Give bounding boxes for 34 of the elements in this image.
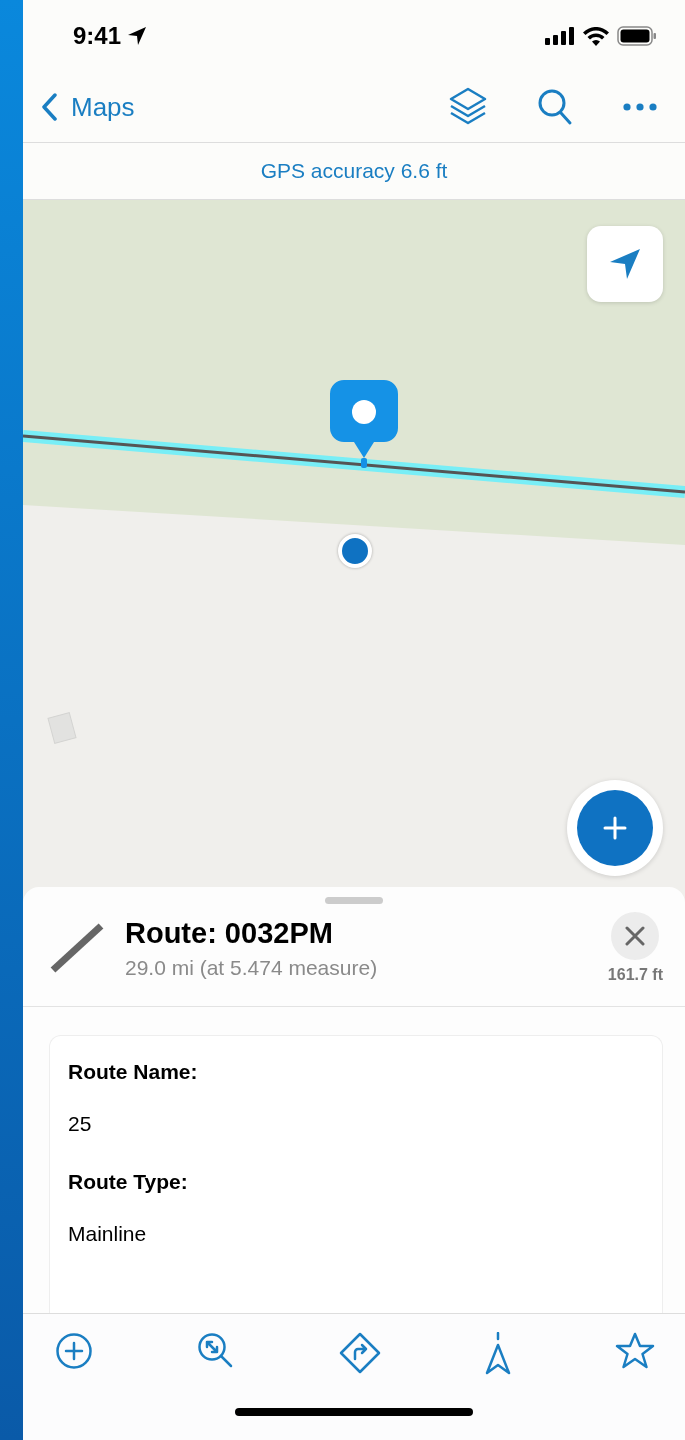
plus-circle-icon bbox=[55, 1332, 93, 1370]
add-button[interactable] bbox=[577, 790, 653, 866]
north-arrow-button[interactable] bbox=[485, 1332, 511, 1376]
back-button[interactable]: Maps bbox=[41, 91, 135, 123]
zoom-extent-icon bbox=[197, 1332, 235, 1370]
directions-button[interactable] bbox=[339, 1332, 381, 1376]
feature-subtitle: 29.0 mi (at 5.474 measure) bbox=[125, 955, 379, 980]
close-icon bbox=[625, 926, 646, 946]
north-arrow-icon bbox=[485, 1332, 511, 1376]
turn-sign-icon bbox=[339, 1332, 381, 1374]
distance-text: 161.7 ft bbox=[607, 966, 663, 984]
field-label: Route Name: bbox=[68, 1060, 199, 1084]
battery-icon bbox=[617, 26, 657, 46]
location-arrow-icon bbox=[127, 26, 148, 46]
gps-accuracy-text: GPS accuracy 6.6 ft bbox=[260, 159, 448, 183]
search-icon[interactable] bbox=[537, 88, 573, 126]
plus-icon bbox=[603, 816, 627, 840]
wifi-icon bbox=[583, 26, 609, 46]
current-location-dot bbox=[338, 534, 372, 568]
field-value: 25 bbox=[68, 1112, 93, 1136]
close-button[interactable] bbox=[611, 912, 660, 960]
star-icon bbox=[615, 1332, 655, 1370]
locate-button[interactable] bbox=[587, 226, 663, 302]
field-value: Mainline bbox=[68, 1222, 148, 1246]
field-label: Route Type: bbox=[68, 1170, 189, 1194]
more-icon[interactable] bbox=[623, 103, 657, 111]
feature-title: Route: 0032PM bbox=[125, 916, 334, 950]
map-pin-icon[interactable] bbox=[328, 378, 400, 470]
drag-handle[interactable] bbox=[325, 897, 383, 904]
layers-icon[interactable] bbox=[449, 87, 487, 127]
status-time: 9:41 bbox=[73, 22, 122, 50]
chevron-left-icon bbox=[41, 93, 57, 121]
navigation-arrow-icon bbox=[608, 247, 642, 281]
signal-icon bbox=[545, 27, 575, 45]
